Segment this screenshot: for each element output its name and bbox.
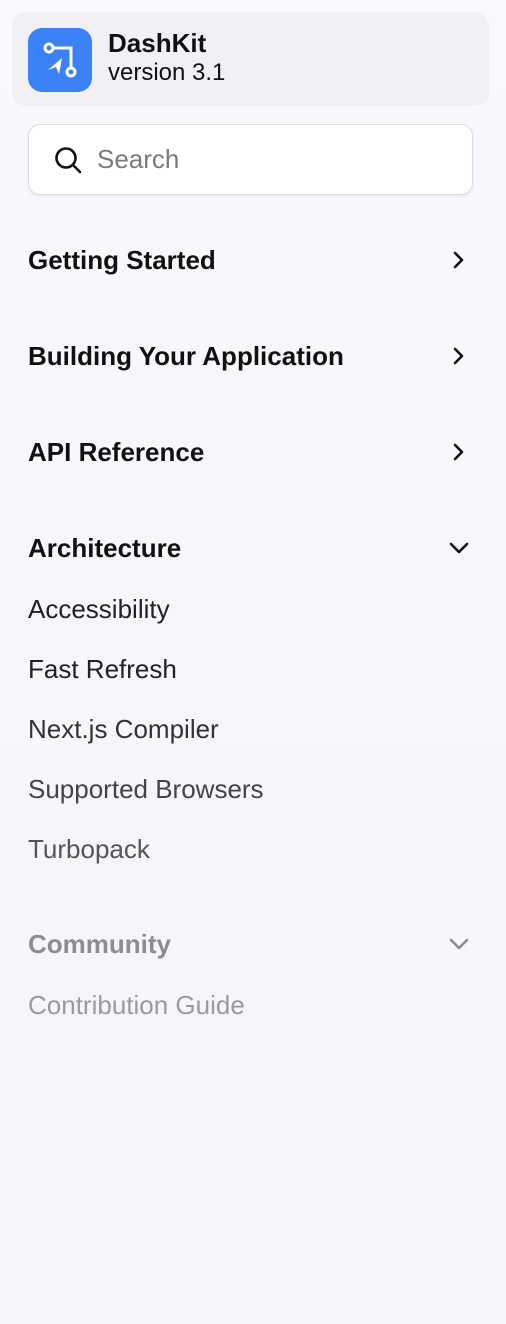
- search-box[interactable]: [28, 124, 473, 195]
- nav-item-accessibility[interactable]: Accessibility: [28, 594, 170, 625]
- nav-item-nextjs-compiler[interactable]: Next.js Compiler: [28, 714, 219, 745]
- nav-section-label: Getting Started: [28, 244, 216, 275]
- nav-section-label: API Reference: [28, 436, 205, 467]
- brand-text: DashKit version 3.1: [108, 28, 225, 88]
- chevron-down-icon: [447, 536, 471, 560]
- app-name: DashKit: [108, 28, 207, 58]
- nav-section-getting-started[interactable]: Getting Started: [28, 236, 473, 284]
- nav-item-contribution-guide[interactable]: Contribution Guide: [28, 990, 245, 1021]
- nav-section-label: Building Your Application: [28, 340, 344, 371]
- chevron-right-icon: [447, 248, 471, 272]
- nav-section-label: Community: [28, 928, 171, 959]
- brand-header[interactable]: DashKit version 3.1: [12, 12, 489, 106]
- nav-section-api-reference[interactable]: API Reference: [28, 428, 473, 476]
- route-navigation-icon: [43, 42, 77, 78]
- nav-item-fast-refresh[interactable]: Fast Refresh: [28, 654, 177, 685]
- nav-item-turbopack[interactable]: Turbopack: [28, 834, 150, 865]
- chevron-down-icon: [447, 932, 471, 956]
- sidebar: DashKit version 3.1 Getting Started Buil…: [0, 0, 506, 1324]
- nav-section-building-your-application[interactable]: Building Your Application: [28, 332, 473, 380]
- chevron-right-icon: [447, 440, 471, 464]
- nav-item-supported-browsers[interactable]: Supported Browsers: [28, 774, 264, 805]
- app-version: version 3.1: [108, 59, 226, 87]
- chevron-right-icon: [447, 344, 471, 368]
- nav-section-architecture[interactable]: Architecture: [28, 524, 473, 572]
- search-icon: [53, 145, 83, 175]
- app-logo: [28, 28, 92, 92]
- nav-section-label: Architecture: [28, 532, 182, 563]
- nav-section-community[interactable]: Community: [28, 920, 473, 968]
- search-input[interactable]: [95, 143, 459, 176]
